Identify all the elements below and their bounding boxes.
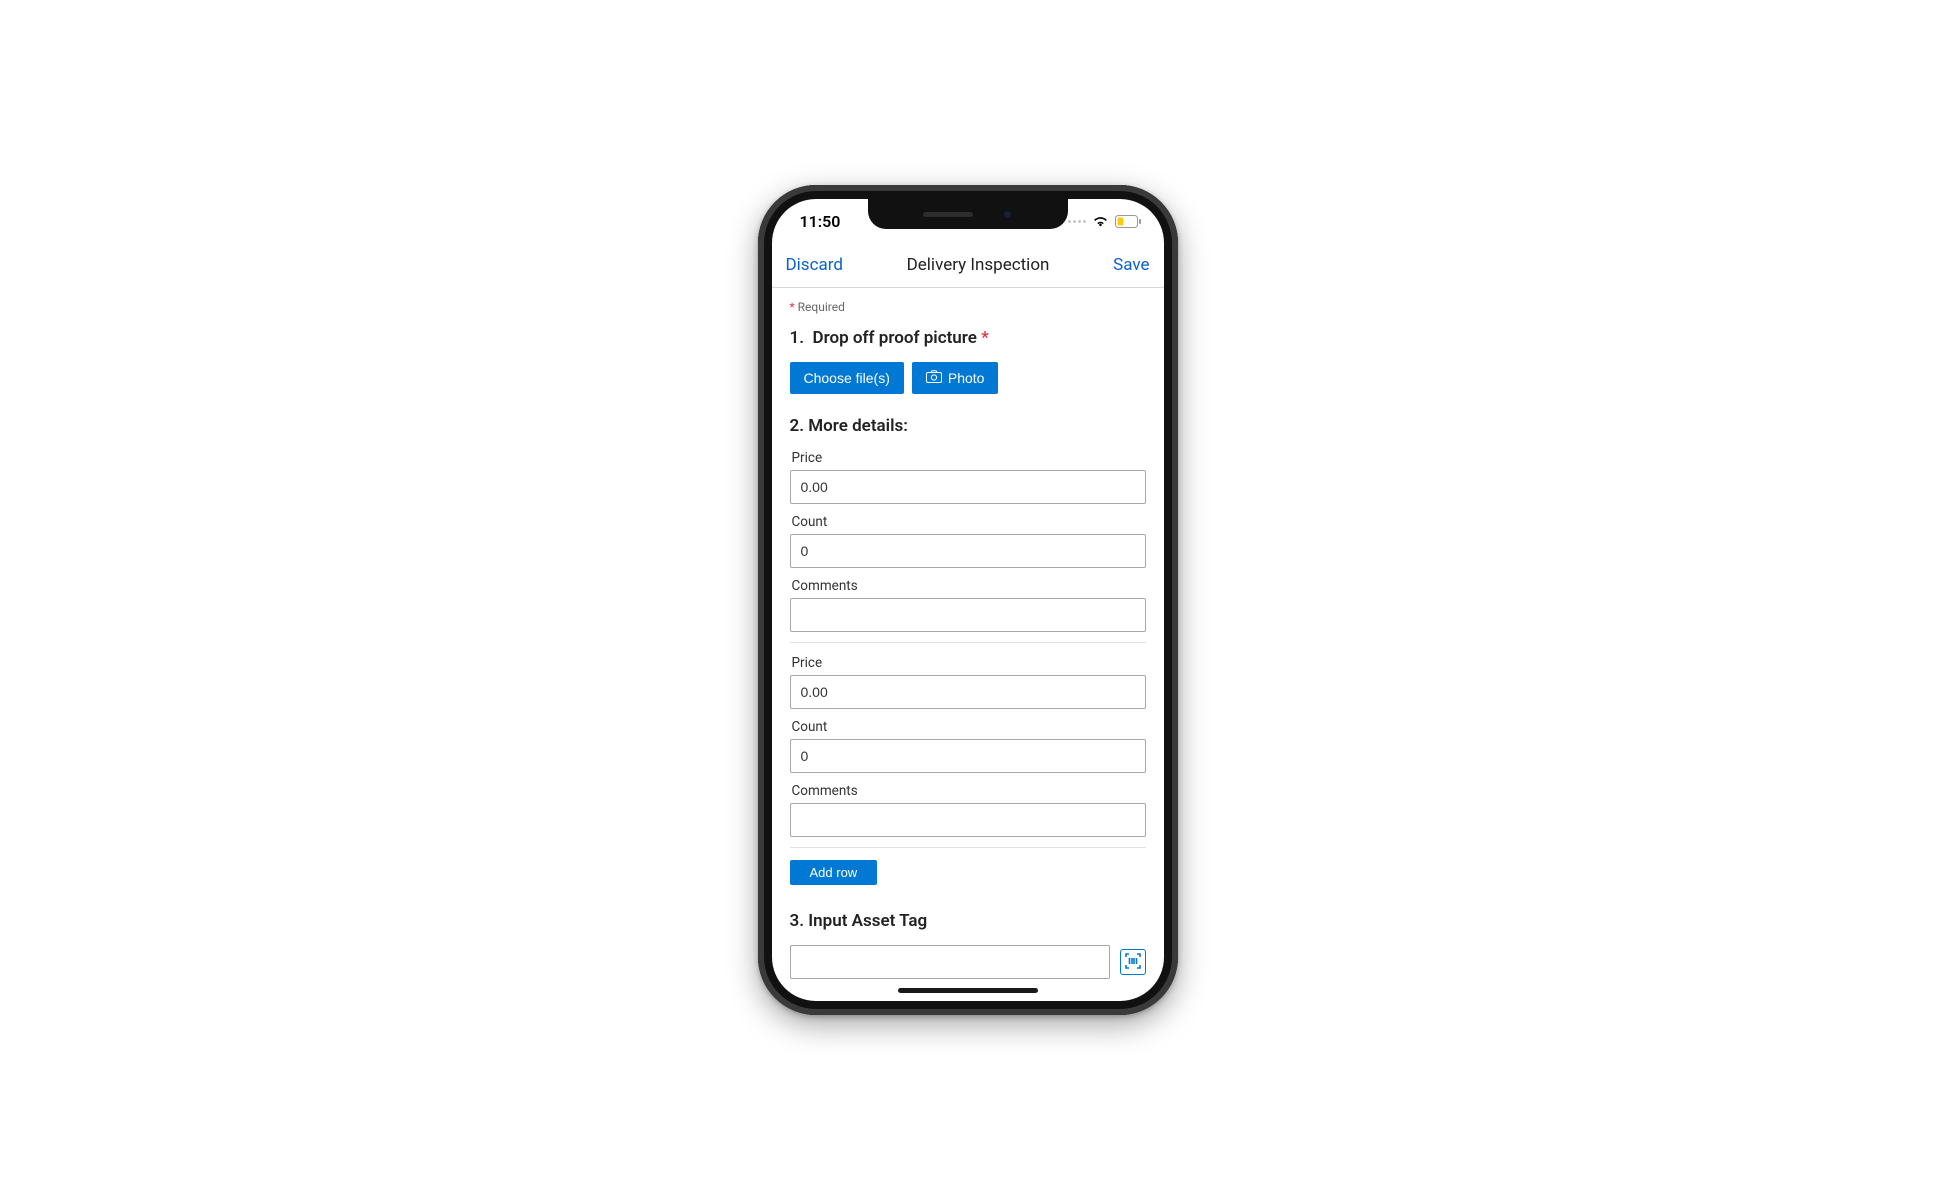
nav-bar: Discard Delivery Inspection Save — [772, 243, 1164, 288]
count-label: Count — [790, 719, 1146, 735]
speaker-grille — [923, 212, 973, 217]
count-input[interactable] — [790, 739, 1146, 773]
barcode-scan-button[interactable] — [1120, 949, 1146, 975]
question-3-title: 3. Input Asset Tag — [790, 911, 1146, 931]
question-1-title: 1. Drop off proof picture * — [790, 328, 1146, 348]
discard-button[interactable]: Discard — [786, 255, 843, 275]
barcode-icon — [1125, 953, 1141, 972]
battery-low-icon — [1115, 215, 1142, 228]
phone-frame: 11:50 — [758, 185, 1178, 1015]
photo-label: Photo — [948, 370, 985, 386]
price-label: Price — [790, 655, 1146, 671]
phone-notch — [868, 199, 1068, 229]
page-title: Delivery Inspection — [907, 255, 1050, 275]
home-indicator[interactable] — [898, 988, 1038, 993]
add-row-label: Add row — [810, 865, 858, 880]
price-label: Price — [790, 450, 1146, 466]
phone-screen: 11:50 — [772, 199, 1164, 1001]
required-hint-text: Required — [798, 300, 845, 314]
comments-input[interactable] — [790, 803, 1146, 837]
form-content: * Required 1. Drop off proof picture * C… — [772, 288, 1164, 1001]
row-divider — [790, 642, 1146, 643]
status-right — [1068, 215, 1142, 228]
comments-input[interactable] — [790, 598, 1146, 632]
detail-row-2: Price Count Comments — [790, 655, 1146, 837]
required-hint: * Required — [790, 300, 1146, 314]
price-input[interactable] — [790, 675, 1146, 709]
choose-files-label: Choose file(s) — [804, 370, 890, 386]
status-time: 11:50 — [800, 212, 841, 231]
question-2: 2. More details: Price Count — [790, 416, 1146, 885]
required-star: * — [981, 328, 989, 348]
photo-button[interactable]: Photo — [912, 362, 999, 394]
comments-label: Comments — [790, 783, 1146, 799]
front-camera — [1003, 210, 1012, 219]
count-label: Count — [790, 514, 1146, 530]
camera-icon — [926, 370, 942, 386]
question-3: 3. Input Asset Tag — [790, 911, 1146, 979]
choose-files-button[interactable]: Choose file(s) — [790, 362, 904, 394]
price-input[interactable] — [790, 470, 1146, 504]
detail-row-1: Price Count Comments — [790, 450, 1146, 632]
add-row-button[interactable]: Add row — [790, 860, 878, 885]
question-2-title: 2. More details: — [790, 416, 1146, 436]
row-divider — [790, 847, 1146, 848]
question-1: 1. Drop off proof picture * Choose file(… — [790, 328, 1146, 394]
count-input[interactable] — [790, 534, 1146, 568]
save-button[interactable]: Save — [1113, 255, 1149, 275]
cellular-dots-icon — [1068, 220, 1086, 223]
comments-label: Comments — [790, 578, 1146, 594]
wifi-icon — [1092, 215, 1109, 227]
asset-tag-input[interactable] — [790, 945, 1110, 979]
